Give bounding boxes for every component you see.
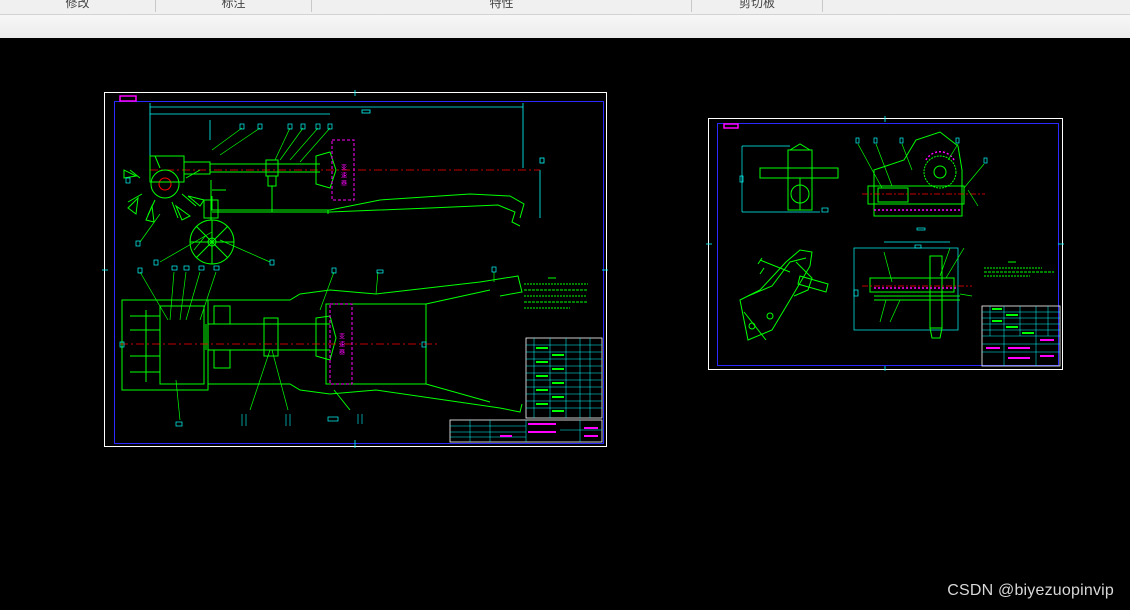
ribbon-group-properties[interactable]: 特性 <box>312 0 692 12</box>
drawing-sheet-2[interactable] <box>706 116 1064 371</box>
transmission-label: 变 速 器 <box>340 163 347 187</box>
ribbon-group-annotate[interactable]: 标注 <box>156 0 312 12</box>
ribbon-group-clipboard[interactable]: 剪切板 <box>692 0 823 12</box>
ribbon-toolbar: 修改 标注 特性 剪切板 <box>0 0 1130 38</box>
ribbon-tab-strip <box>0 14 1130 38</box>
ribbon-group-label: 修改 <box>65 0 90 10</box>
cad-model-space: 变 速 器 变 速 器 <box>102 90 1064 448</box>
ribbon-group-label: 特性 <box>489 0 514 10</box>
title-block-2 <box>981 305 1061 367</box>
ribbon-group-labels: 修改 标注 特性 剪切板 <box>0 0 1130 13</box>
drawing-sheet-1[interactable]: 变 速 器 变 速 器 <box>102 90 608 448</box>
title-block-1 <box>449 337 603 443</box>
ribbon-group-label: 剪切板 <box>738 0 775 10</box>
watermark-text: CSDN @biyezuopinvip <box>947 582 1114 599</box>
ribbon-group-modify[interactable]: 修改 <box>0 0 156 12</box>
drawing-canvas[interactable]: 变 速 器 变 速 器 CSDN @biyezuopinvip <box>0 38 1130 610</box>
ribbon-group-label: 标注 <box>221 0 246 10</box>
transmission-label-bottom: 变 速 器 <box>338 332 345 356</box>
